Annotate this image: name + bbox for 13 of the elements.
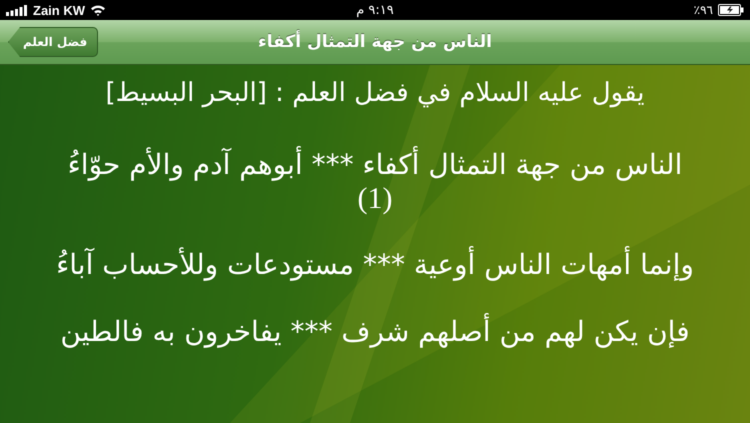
verse-text: وإنما أمهات الناس أوعية *** مستودعات وللأحساب آباءُ bbox=[55, 246, 695, 282]
wifi-icon bbox=[90, 4, 106, 16]
battery-percentage: ٪٩٦ bbox=[694, 3, 713, 17]
nav-title: الناس من جهة التمثال أكفاء bbox=[258, 32, 492, 52]
carrier-name: Zain KW bbox=[33, 2, 85, 18]
verse-text: الناس من جهة التمثال أكفاء *** أبوهم آدم والأم حوّاءُ bbox=[66, 146, 684, 182]
footnote-marker: (1) bbox=[356, 182, 394, 215]
verse-text: فإن يكن لهم من أصلهم شرف *** يفاخرون به فالطين bbox=[59, 314, 691, 349]
status-time: ٩:١٩ م bbox=[356, 2, 394, 18]
signal-icon bbox=[6, 4, 28, 16]
back-button[interactable]: فضل العلم bbox=[8, 27, 98, 57]
heading-text: يقول عليه السلام في فضل العلم : [البحر البسيط] bbox=[104, 77, 646, 110]
battery-icon bbox=[718, 4, 744, 16]
